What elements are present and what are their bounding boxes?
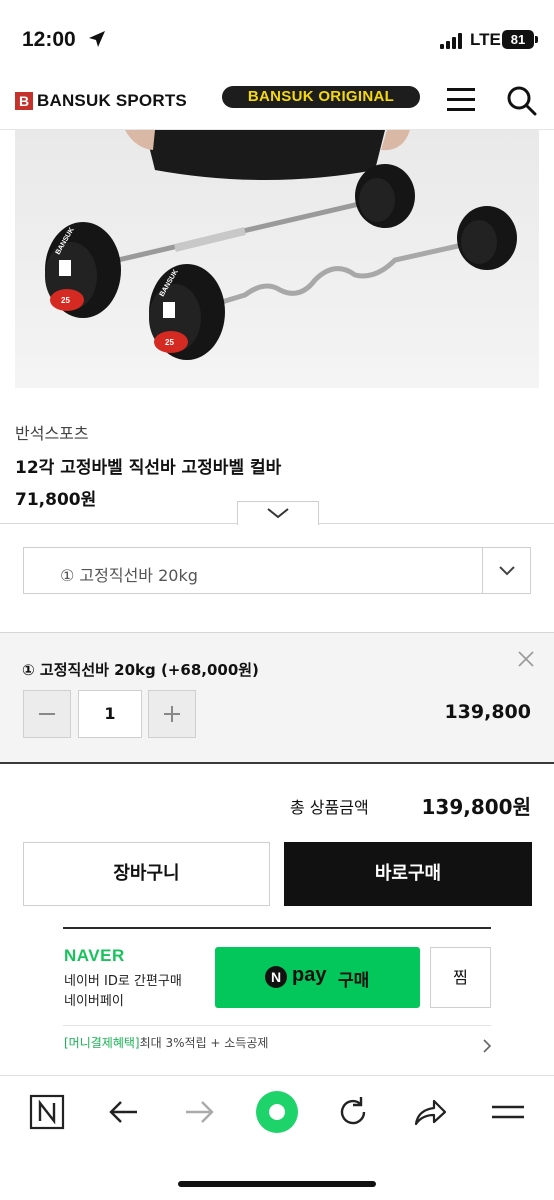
npay-logo-text: pay: [292, 964, 327, 986]
quantity-increase-button[interactable]: [148, 690, 196, 738]
naver-logo: NAVER: [64, 946, 125, 965]
product-image[interactable]: BANSUK 25 BANSUK 25: [15, 130, 539, 388]
brand-logo-text[interactable]: BANSUK SPORTS: [37, 91, 187, 111]
product-price: 71,800원: [15, 490, 97, 510]
option-select[interactable]: ① 고정직선바 20kg: [23, 547, 531, 594]
bansuk-original-badge[interactable]: BANSUK ORIGINAL: [222, 86, 420, 108]
home-dot-icon[interactable]: [255, 1090, 299, 1134]
total-value: 139,800원: [421, 795, 532, 819]
refresh-icon[interactable]: [333, 1092, 373, 1132]
buy-now-button[interactable]: 바로구매: [284, 842, 532, 906]
chevron-down-icon: [267, 508, 289, 519]
share-icon[interactable]: [410, 1092, 450, 1132]
svg-text:25: 25: [61, 296, 70, 305]
naver-pay-top-border: [63, 927, 491, 929]
forward-arrow-icon[interactable]: [180, 1092, 220, 1132]
plus-icon: [164, 706, 180, 722]
naver-description-line2: 네이버페이: [64, 994, 124, 1009]
naver-divider: [63, 1025, 491, 1026]
battery-tip: [535, 36, 538, 43]
selected-option-price: 139,800: [444, 701, 531, 723]
total-label: 총 상품금액: [290, 798, 369, 817]
expand-toggle[interactable]: [237, 501, 319, 525]
option-select-value: ① 고정직선바 20kg: [60, 566, 198, 585]
add-to-cart-button[interactable]: 장바구니: [23, 842, 270, 906]
option-select-button[interactable]: [482, 548, 530, 593]
naver-pay-buy-button[interactable]: N pay 구매: [215, 947, 420, 1008]
location-arrow-icon: [89, 31, 105, 47]
naver-n-icon[interactable]: [27, 1092, 67, 1132]
search-icon[interactable]: [505, 84, 537, 116]
selected-option-name: ① 고정직선바 20kg (+68,000원): [22, 661, 259, 679]
toolbar-divider: [0, 1075, 554, 1076]
plate-left-front: BANSUK 25: [45, 222, 121, 318]
naver-benefit-link[interactable]: [머니결제혜택]최대 3%적립 + 소득공제: [64, 1034, 268, 1051]
npay-buy-label: 구매: [338, 971, 370, 991]
barbell-illustration: BANSUK 25 BANSUK 25: [15, 130, 539, 388]
menu-lines-icon[interactable]: [488, 1092, 528, 1132]
benefit-text: 최대 3%적립 + 소득공제: [139, 1036, 269, 1050]
battery-icon: 81: [502, 30, 534, 49]
product-brand[interactable]: 반석스포츠: [15, 420, 89, 444]
minus-icon: [39, 713, 55, 715]
close-icon[interactable]: [517, 650, 535, 668]
home-indicator: [178, 1181, 376, 1187]
signal-icon: [440, 33, 466, 49]
network-type: LTE: [470, 30, 501, 49]
chevron-down-icon: [499, 566, 515, 576]
zzim-wishlist-button[interactable]: 찜: [430, 947, 491, 1008]
npay-n-icon: N: [265, 966, 287, 988]
back-arrow-icon[interactable]: [103, 1092, 143, 1132]
status-bar: 12:00 LTE 81: [0, 0, 554, 80]
naver-description-line1: 네이버 ID로 간편구매: [64, 974, 182, 989]
menu-icon[interactable]: [447, 88, 475, 112]
plate-front: BANSUK 25: [149, 264, 225, 360]
status-time: 12:00: [22, 28, 76, 51]
benefit-tag: [머니결제혜택]: [64, 1036, 140, 1050]
quantity-decrease-button[interactable]: [23, 690, 71, 738]
brand-logo-mark[interactable]: B: [15, 92, 33, 110]
chevron-right-icon[interactable]: [481, 1038, 493, 1054]
quantity-input[interactable]: 1: [78, 690, 142, 738]
product-title: 12각 고정바벨 직선바 고정바벨 컬바: [15, 458, 282, 478]
svg-text:25: 25: [165, 338, 174, 347]
selected-option-panel: ① 고정직선바 20kg (+68,000원) 1 139,800: [0, 632, 554, 764]
